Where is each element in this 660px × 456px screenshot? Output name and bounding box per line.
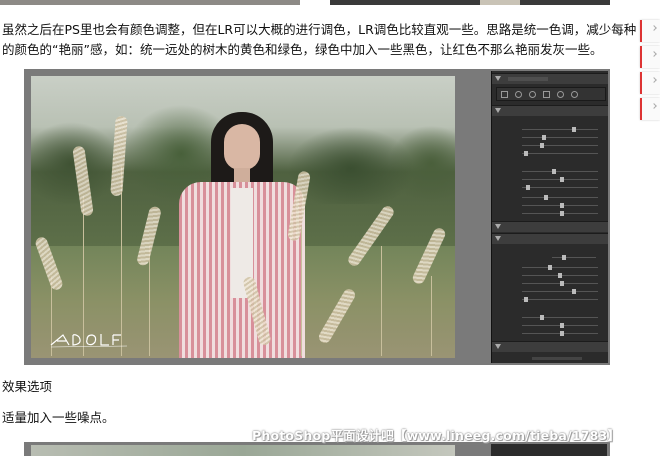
slider-thumb[interactable]: [544, 195, 548, 200]
slider-thumb[interactable]: [548, 265, 552, 270]
slider-thumb[interactable]: [558, 273, 562, 278]
next-panel-edge: [491, 444, 607, 456]
slider-thumb[interactable]: [540, 315, 544, 320]
lightroom-screenshot: [24, 69, 610, 365]
slider-luminance-contrast[interactable]: [522, 185, 598, 190]
slider-grain-amount[interactable]: [522, 315, 598, 320]
slider-thumb[interactable]: [562, 255, 566, 260]
panel-header-effects[interactable]: [492, 233, 608, 244]
chevron-right-icon: [651, 103, 657, 109]
slider-luminance[interactable]: [522, 169, 598, 174]
caption-add-noise: 适量加入一些噪点。: [2, 410, 115, 425]
slider-thumb[interactable]: [560, 281, 564, 286]
lightroom-develop-panel: [491, 71, 608, 363]
slider-vignette-highlights[interactable]: [522, 297, 598, 302]
portrait-photo: [31, 76, 455, 358]
slider-grain-roughness[interactable]: [522, 331, 598, 336]
adjustment-brush-icon[interactable]: [571, 91, 578, 98]
reed-stem: [301, 226, 302, 356]
slider-thumb[interactable]: [540, 143, 544, 148]
slider-thumb[interactable]: [524, 297, 528, 302]
next-photo-edge: [31, 445, 455, 456]
collapse-triangle-icon: [495, 108, 501, 113]
photographer-signature: [50, 334, 128, 348]
model-face: [224, 124, 260, 170]
article-paragraph: 虽然之后在PS里也会有颜色调整，但在LR可以大概的进行调色，LR调色比较直观一些…: [2, 22, 637, 57]
panel-header-histogram[interactable]: [492, 73, 608, 84]
reed-stem: [431, 276, 432, 356]
side-rail-tab[interactable]: [640, 20, 660, 42]
slider-amount[interactable]: [522, 127, 598, 132]
reed-stem: [149, 246, 150, 356]
next-lightroom-screenshot: [24, 442, 610, 456]
slider-vignette-midpoint[interactable]: [522, 273, 598, 278]
reed-stem: [381, 246, 382, 356]
previous-image-highlight: [480, 0, 520, 5]
slider-thumb[interactable]: [552, 169, 556, 174]
previous-image-left: [0, 0, 300, 5]
slider-color-detail[interactable]: [522, 203, 598, 208]
slider-thumb[interactable]: [560, 177, 564, 182]
process-version-select[interactable]: [532, 357, 582, 360]
slider-thumb[interactable]: [560, 203, 564, 208]
collapse-triangle-icon: [495, 224, 501, 229]
slider-thumb[interactable]: [542, 135, 546, 140]
previous-image-right: [330, 0, 610, 5]
panel-header-detail[interactable]: [492, 105, 608, 116]
chevron-right-icon: [651, 77, 657, 83]
previous-image-edge: [0, 0, 640, 5]
slider-grain-size[interactable]: [522, 323, 598, 328]
slider-smoothness[interactable]: [522, 211, 598, 216]
reed-stem: [121, 166, 122, 356]
panel-header-camera-calibration[interactable]: [492, 341, 608, 352]
slider-radius[interactable]: [522, 135, 598, 140]
collapse-triangle-icon: [495, 236, 501, 241]
collapse-triangle-icon: [495, 344, 501, 349]
slider-thumb[interactable]: [572, 289, 576, 294]
red-eye-icon[interactable]: [529, 91, 536, 98]
site-watermark: PhotoShop平面设计吧【www.lineeg.com/tieba/1783…: [252, 428, 621, 443]
slider-thumb[interactable]: [524, 151, 528, 156]
slider-luminance-detail[interactable]: [522, 177, 598, 182]
radial-filter-icon[interactable]: [557, 91, 564, 98]
graduated-filter-icon[interactable]: [543, 91, 550, 98]
crop-tool-icon[interactable]: [501, 91, 508, 98]
slider-thumb[interactable]: [572, 127, 576, 132]
slider-detail[interactable]: [522, 143, 598, 148]
caption-effects-options: 效果选项: [2, 379, 53, 394]
slider-vignette-amount[interactable]: [522, 265, 598, 270]
slider-masking[interactable]: [522, 151, 598, 156]
tool-strip: [496, 87, 606, 101]
side-rail-tab[interactable]: [640, 98, 660, 120]
collapse-triangle-icon: [495, 76, 501, 81]
spot-removal-icon[interactable]: [515, 91, 522, 98]
panel-header-lens-corrections[interactable]: [492, 221, 608, 232]
slider-thumb[interactable]: [526, 185, 530, 190]
chevron-right-icon: [651, 25, 657, 31]
slider-color[interactable]: [522, 195, 598, 200]
chevron-right-icon: [651, 51, 657, 57]
slider-vignette-style[interactable]: [552, 255, 596, 260]
slider-thumb[interactable]: [560, 211, 564, 216]
slider-vignette-feather[interactable]: [522, 289, 598, 294]
side-share-rail: [640, 20, 660, 124]
slider-thumb[interactable]: [560, 331, 564, 336]
panel-header-label: [508, 77, 548, 81]
slider-thumb[interactable]: [560, 323, 564, 328]
slider-vignette-roundness[interactable]: [522, 281, 598, 286]
side-rail-tab[interactable]: [640, 72, 660, 94]
side-rail-tab[interactable]: [640, 46, 660, 68]
